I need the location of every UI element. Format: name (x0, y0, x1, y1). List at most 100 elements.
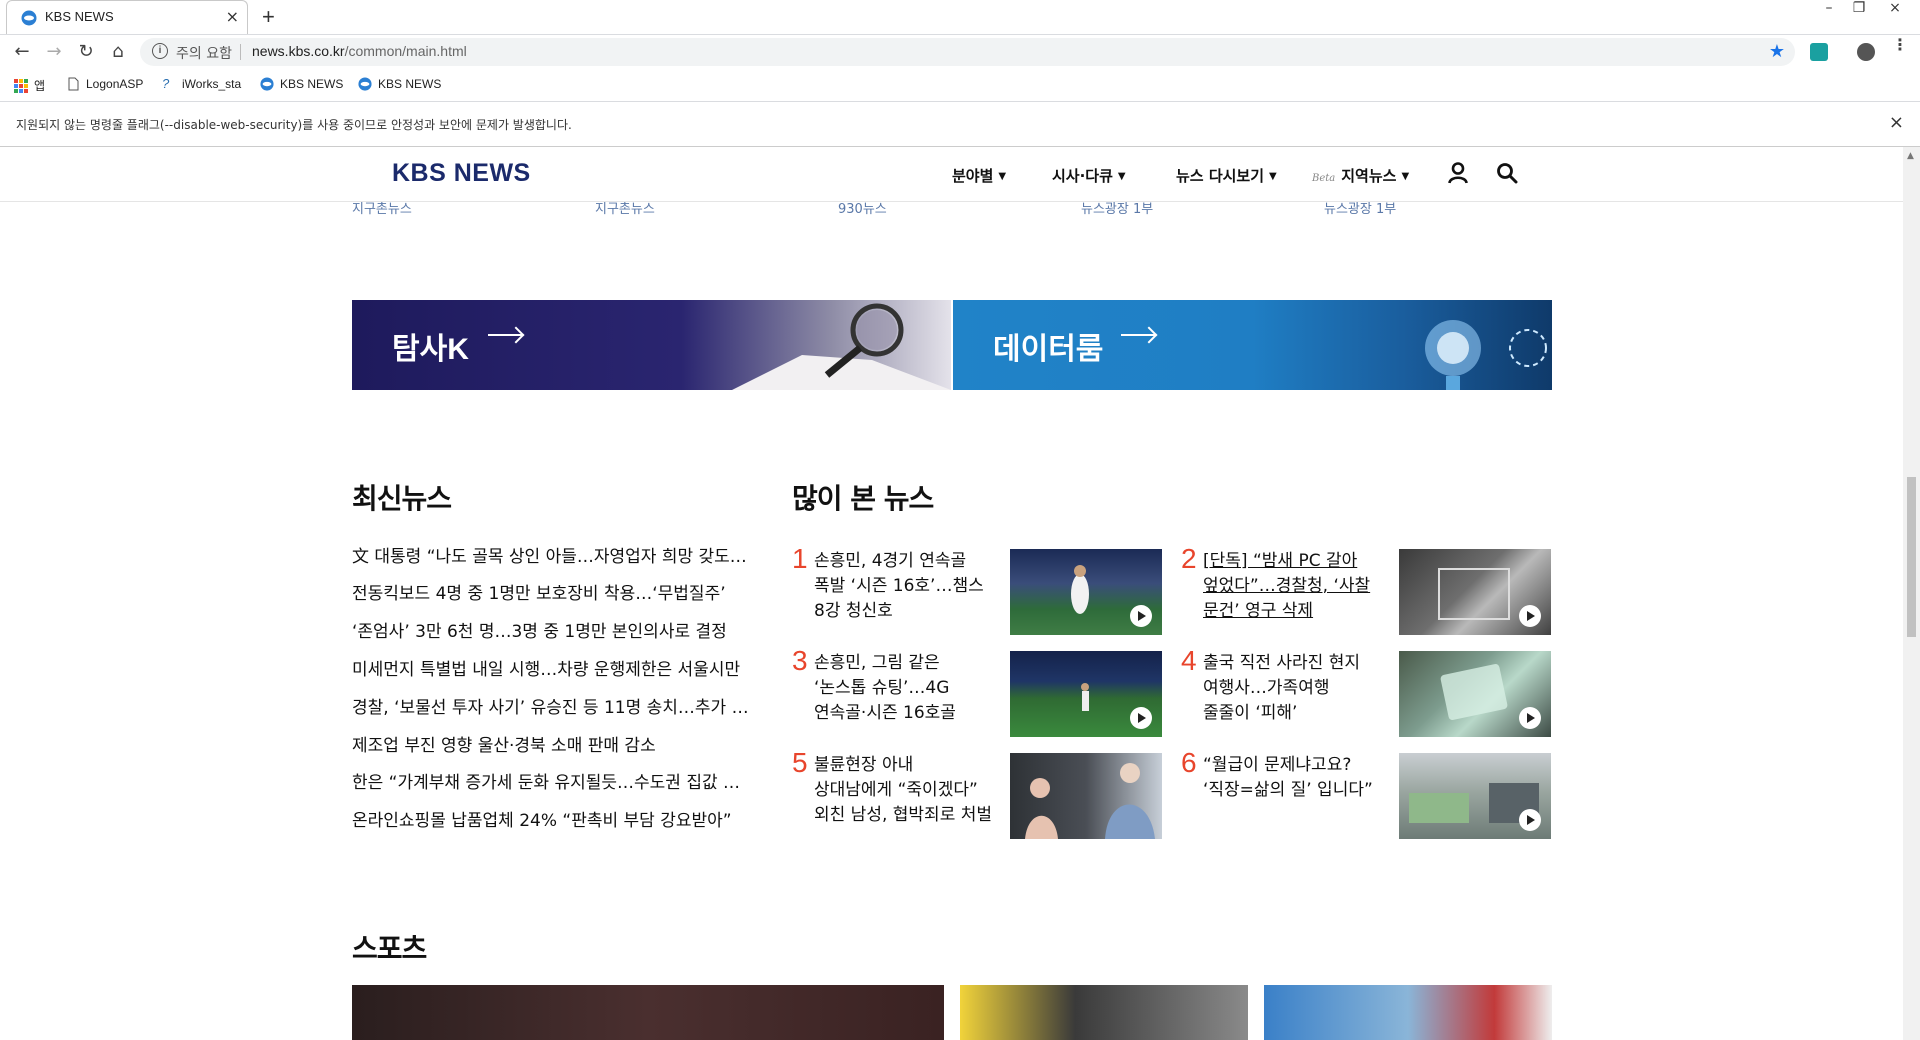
popular-news-headline: 불륜현장 아내 상대남에게 “죽이겠다” 외친 남성, 협박죄로 처벌 (814, 753, 1004, 828)
window-close-button[interactable]: × (1880, 0, 1910, 20)
headline-line: 연속골·시즌 16호골 (814, 703, 956, 723)
new-tab-button[interactable]: + (262, 4, 275, 30)
nav-label: 지역뉴스 (1341, 167, 1397, 185)
banner-label: 데이터룸 (993, 333, 1104, 366)
bookmark-label: KBS NEWS (378, 77, 442, 91)
sports-thumbnail[interactable] (1264, 985, 1552, 1040)
rank-number: 4 (1181, 645, 1197, 676)
sports-main-image[interactable] (352, 985, 944, 1040)
play-icon[interactable] (1519, 707, 1541, 729)
sports-thumbnail[interactable] (960, 985, 1248, 1040)
bookmark-logonasp[interactable]: LogonASP (66, 77, 143, 91)
kbs-favicon-icon (21, 10, 37, 26)
latest-news-item[interactable]: 제조업 부진 영향 울산·경북 소매 판매 감소 (352, 731, 752, 756)
bookmark-iworks[interactable]: ? iWorks_sta (162, 77, 241, 92)
extension-icon[interactable] (1810, 43, 1828, 61)
play-icon[interactable] (1130, 707, 1152, 729)
play-icon[interactable] (1519, 809, 1541, 831)
popular-news-headline: 손흥민, 그림 같은 ‘논스톱 슈팅’…4G 연속골·시즌 16호골 (814, 651, 1004, 726)
news-thumbnail[interactable] (1010, 753, 1162, 839)
headline-line: 문건’ 영구 삭제 (1203, 601, 1314, 621)
page-viewport: KBS NEWS 분야별 ▼ 시사·다큐 ▼ 뉴스 다시보기 ▼ Beta 지역뉴스 ▼ … (0, 147, 1903, 1040)
bookmark-kbs-news-2[interactable]: KBS NEWS (358, 77, 441, 91)
headline-line: 여행사…가족여행 (1203, 678, 1330, 698)
news-thumbnail[interactable] (1399, 753, 1551, 839)
kbs-icon (358, 77, 372, 91)
warning-infobar: 지원되지 않는 명령줄 플래그(--disable-web-security)를… (0, 102, 1920, 147)
headline-line: 줄줄이 ‘피해’ (1203, 703, 1298, 723)
magnifier-image (732, 303, 951, 390)
nav-label: 시사·다큐 (1052, 167, 1113, 185)
tab-close-icon[interactable]: × (226, 7, 239, 26)
apps-icon (14, 78, 28, 93)
address-bar[interactable]: i 주의 요함 news.kbs.co.kr/common/main.html … (140, 38, 1795, 66)
minimize-button[interactable]: – (1814, 0, 1844, 20)
lightbulb-image (1425, 320, 1547, 390)
user-icon[interactable] (1448, 162, 1468, 184)
headline-line: 출국 직전 사라진 현지 (1203, 653, 1360, 673)
popular-news-item[interactable]: 4 출국 직전 사라진 현지 여행사…가족여행 줄줄이 ‘피해’ (1181, 645, 1571, 737)
latest-news-item[interactable]: 文 대통령 “나도 골목 상인 아들…자영업자 희망 갖도록” (352, 542, 752, 567)
nav-local-news[interactable]: Beta 지역뉴스 ▼ (1312, 165, 1409, 186)
chrome-menu-icon[interactable]: ⋮ (1892, 37, 1908, 53)
info-icon[interactable]: i (152, 43, 168, 59)
security-label[interactable]: 주의 요함 (176, 43, 232, 63)
popular-news-item[interactable]: 2 [단독] “밤새 PC 갈아 엎었다”…경찰청, ‘사찰 문건’ 영구 삭제 (1181, 543, 1571, 635)
latest-news-title: 최신뉴스 (352, 482, 452, 515)
headline-line: ‘논스톱 슈팅’…4G (814, 678, 950, 698)
popular-news-headline: [단독] “밤새 PC 갈아 엎었다”…경찰청, ‘사찰 문건’ 영구 삭제 (1203, 549, 1393, 624)
url-host: news.kbs.co.kr (252, 43, 345, 59)
bookmark-star-icon[interactable]: ★ (1769, 41, 1785, 62)
divider (240, 44, 241, 60)
nav-news-replay[interactable]: 뉴스 다시보기 ▼ (1176, 165, 1277, 186)
headline-line: 엎었다”…경찰청, ‘사찰 (1203, 576, 1371, 596)
latest-news-item[interactable]: ‘존엄사’ 3만 6천 명…3명 중 1명만 본인의사로 결정 (352, 617, 752, 642)
popular-news-item[interactable]: 5 불륜현장 아내 상대남에게 “죽이겠다” 외친 남성, 협박죄로 처벌 (792, 747, 1182, 839)
scrollbar-thumb[interactable] (1907, 477, 1916, 637)
play-icon[interactable] (1130, 605, 1152, 627)
latest-news-item[interactable]: 전동킥보드 4명 중 1명만 보호장비 착용…‘무법질주’ (352, 579, 752, 604)
nav-category[interactable]: 분야별 ▼ (952, 165, 1006, 186)
news-thumbnail[interactable] (1010, 651, 1162, 737)
url-text[interactable]: news.kbs.co.kr/common/main.html (252, 43, 467, 59)
caret-down-icon: ▼ (1269, 171, 1277, 182)
headline-line: 상대남에게 “죽이겠다” (814, 780, 978, 800)
kbs-news-logo[interactable]: KBS NEWS (392, 159, 531, 188)
back-button[interactable]: ← (12, 43, 32, 63)
restore-button[interactable]: ❐ (1844, 0, 1874, 20)
rank-number: 6 (1181, 747, 1197, 778)
home-button[interactable]: ⌂ (108, 43, 128, 63)
play-icon[interactable] (1519, 605, 1541, 627)
popular-news-item[interactable]: 3 손흥민, 그림 같은 ‘논스톱 슈팅’…4G 연속골·시즌 16호골 (792, 645, 1182, 737)
bookmark-apps[interactable]: 앱 (14, 77, 45, 94)
latest-news-item[interactable]: 한은 “가계부채 증가세 둔화 유지될듯…수도권 집값 주시” (352, 768, 752, 793)
news-thumbnail[interactable] (1399, 549, 1551, 635)
page-scrollbar[interactable]: ▲ (1903, 147, 1920, 1040)
bookmark-label: LogonASP (86, 77, 144, 91)
infobar-close-icon[interactable]: × (1889, 112, 1904, 133)
browser-tab[interactable]: KBS NEWS × (6, 0, 248, 34)
beta-badge: Beta (1312, 173, 1336, 184)
headline-line: [단독] “밤새 PC 갈아 (1203, 551, 1358, 571)
profile-icon[interactable] (1857, 43, 1875, 61)
news-thumbnail[interactable] (1010, 549, 1162, 635)
scroll-up-arrow-icon[interactable]: ▲ (1907, 151, 1914, 161)
news-thumbnail[interactable] (1399, 651, 1551, 737)
popular-news-item[interactable]: 1 손흥민, 4경기 연속골 폭발 ‘시즌 16호’…챔스 8강 청신호 (792, 543, 1182, 635)
rank-number: 5 (792, 747, 808, 778)
dataroom-banner[interactable]: 데이터룸 (953, 300, 1552, 390)
latest-news-item[interactable]: 경찰, ‘보물선 투자 사기’ 유승진 등 11명 송치…추가 수사 (352, 693, 752, 718)
bookmark-kbs-news[interactable]: KBS NEWS (260, 77, 343, 91)
tamsa-k-banner[interactable]: 탐사K (352, 300, 951, 390)
latest-news-item[interactable]: 미세먼지 특별법 내일 시행…차량 운행제한은 서울시만 (352, 655, 752, 680)
reload-button[interactable]: ↻ (76, 43, 96, 63)
nav-label: 뉴스 다시보기 (1176, 167, 1265, 185)
latest-news-item[interactable]: 온라인쇼핑몰 납품업체 24% “판촉비 부담 강요받아” (352, 806, 752, 831)
headline-line: 손흥민, 4경기 연속골 (814, 551, 967, 571)
forward-button[interactable]: → (44, 43, 64, 63)
nav-current-affairs[interactable]: 시사·다큐 ▼ (1052, 165, 1126, 186)
search-icon[interactable] (1496, 162, 1518, 184)
popular-news-headline: “월급이 문제냐고요? ‘직장=삶의 질’ 입니다” (1203, 753, 1393, 803)
tab-strip: KBS NEWS × + – ❐ × (0, 0, 1920, 35)
popular-news-item[interactable]: 6 “월급이 문제냐고요? ‘직장=삶의 질’ 입니다” (1181, 747, 1571, 839)
